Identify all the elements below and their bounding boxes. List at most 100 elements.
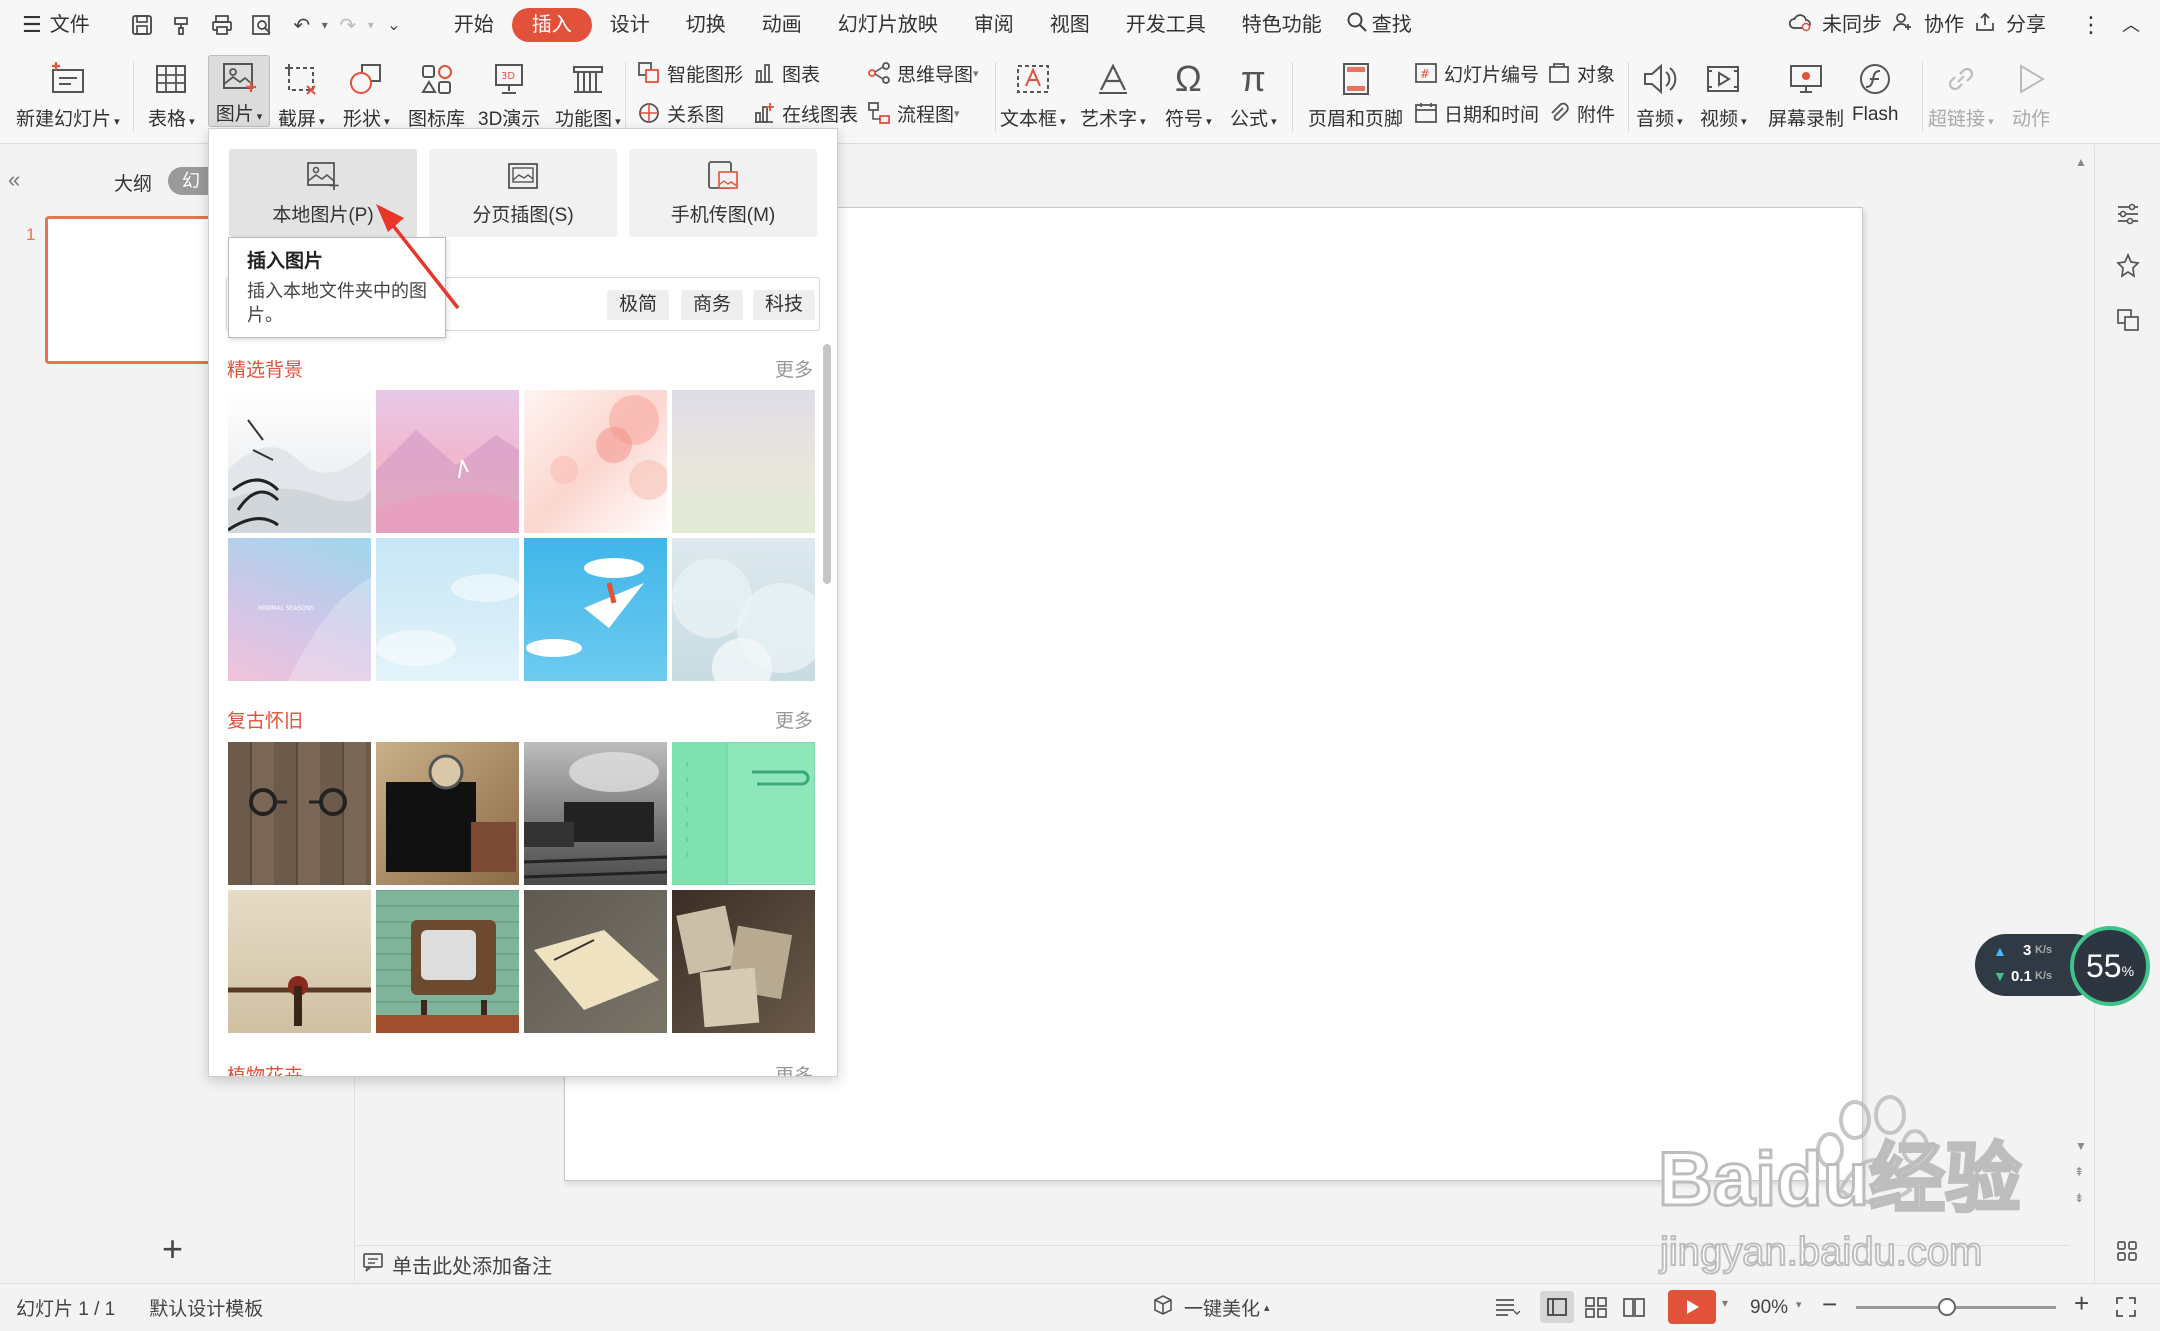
print-icon[interactable] bbox=[210, 13, 234, 37]
tag-minimal[interactable]: 极简 bbox=[607, 290, 670, 320]
new-slide-button[interactable]: 新建幻灯片 ▾ bbox=[16, 56, 120, 131]
background-thumbnail[interactable]: MINIMAL SEASONS bbox=[228, 538, 371, 681]
action-button[interactable]: 动作 bbox=[2008, 56, 2054, 131]
zoom-level[interactable]: 90% bbox=[1750, 1297, 1788, 1319]
format-painter-icon[interactable] bbox=[170, 13, 194, 37]
undo-dropdown-icon[interactable]: ▾ bbox=[322, 18, 328, 32]
prev-slide-icon[interactable]: ⇞ bbox=[2074, 1165, 2084, 1179]
chart-button[interactable]: 图表 bbox=[750, 56, 820, 90]
wordart-button[interactable]: 艺术字 ▾ bbox=[1080, 56, 1146, 131]
background-thumbnail[interactable] bbox=[672, 742, 815, 885]
scroll-down-icon[interactable]: ▼ bbox=[2075, 1139, 2087, 1153]
tab-developer[interactable]: 开发工具 bbox=[1108, 8, 1224, 42]
more-options-icon[interactable]: ⋮ bbox=[2070, 8, 2112, 42]
object-button[interactable]: 对象 bbox=[1545, 56, 1615, 90]
tab-slideshow[interactable]: 幻灯片放映 bbox=[820, 8, 956, 42]
background-thumbnail[interactable] bbox=[376, 390, 519, 533]
network-speed-widget[interactable]: ▲ 3 K/s ▼ 0.1 K/s 55% bbox=[1975, 926, 2150, 1006]
relation-chart-button[interactable]: 关系图 bbox=[635, 96, 724, 130]
video-button[interactable]: 视频 ▾ bbox=[1700, 56, 1747, 131]
save-icon[interactable] bbox=[130, 13, 154, 37]
3d-demo-button[interactable]: 3D 3D演示 bbox=[478, 56, 540, 131]
outline-tab[interactable]: 大纲 bbox=[114, 169, 152, 196]
textbox-button[interactable]: 文本框 ▾ bbox=[1000, 56, 1066, 131]
datetime-button[interactable]: 日期和时间 bbox=[1412, 96, 1539, 130]
background-thumbnail[interactable] bbox=[376, 890, 519, 1033]
slide-sorter-icon[interactable] bbox=[1584, 1296, 1608, 1324]
fit-window-icon[interactable] bbox=[2115, 1296, 2137, 1324]
table-button[interactable]: 表格 ▾ bbox=[148, 56, 195, 131]
normal-view-icon[interactable] bbox=[1540, 1291, 1574, 1323]
phone-upload-button[interactable]: 手机传图(M) bbox=[629, 149, 817, 237]
collapse-panel-icon[interactable]: « bbox=[8, 167, 20, 193]
tab-features[interactable]: 特色功能 bbox=[1224, 8, 1340, 42]
tab-view[interactable]: 视图 bbox=[1032, 8, 1108, 42]
share-button[interactable]: 分享 bbox=[1974, 8, 2056, 42]
background-thumbnail[interactable] bbox=[228, 742, 371, 885]
mindmap-button[interactable]: 思维导图 ▾ bbox=[865, 56, 979, 90]
zoom-out-button[interactable]: − bbox=[1822, 1289, 1837, 1320]
zoom-in-button[interactable]: + bbox=[2074, 1288, 2089, 1319]
play-slideshow-button[interactable] bbox=[1668, 1290, 1716, 1324]
star-icon[interactable] bbox=[2115, 252, 2141, 285]
picture-button[interactable]: 图片 ▾ bbox=[208, 55, 270, 127]
background-thumbnail[interactable] bbox=[672, 890, 815, 1033]
customize-toolbar-icon[interactable]: ⌄ bbox=[382, 13, 406, 37]
zoom-dropdown-icon[interactable]: ▾ bbox=[1796, 1298, 1802, 1311]
redo-dropdown-icon[interactable]: ▾ bbox=[368, 18, 374, 32]
hyperlink-button[interactable]: 超链接 ▾ bbox=[1928, 56, 1994, 131]
smart-shape-button[interactable]: 智能图形 bbox=[635, 56, 743, 90]
beautify-button[interactable]: 一键美化 ▴ bbox=[1152, 1294, 1270, 1322]
more-link-flowers[interactable]: 更多 bbox=[775, 1061, 813, 1076]
background-thumbnail[interactable] bbox=[228, 890, 371, 1033]
notes-area[interactable]: 单击此处添加备注 bbox=[356, 1245, 2070, 1283]
add-slide-button[interactable]: + bbox=[162, 1228, 183, 1270]
zoom-slider[interactable] bbox=[1856, 1298, 2056, 1316]
notes-toggle-icon[interactable] bbox=[1494, 1296, 1521, 1324]
background-thumbnail[interactable] bbox=[672, 390, 815, 533]
background-thumbnail[interactable] bbox=[524, 890, 667, 1033]
vertical-scrollbar[interactable]: ▲ ▼ ⇞ ⇟ bbox=[2070, 145, 2092, 1282]
file-menu[interactable]: ☰ 文件 bbox=[0, 8, 100, 42]
next-slide-icon[interactable]: ⇟ bbox=[2074, 1191, 2084, 1205]
background-thumbnail[interactable] bbox=[376, 742, 519, 885]
audio-button[interactable]: 音频 ▾ bbox=[1636, 56, 1683, 131]
tab-insert[interactable]: 插入 bbox=[511, 8, 592, 42]
print-preview-icon[interactable] bbox=[250, 13, 274, 37]
zoom-slider-handle[interactable] bbox=[1938, 1298, 1956, 1316]
tab-home[interactable]: 开始 bbox=[436, 8, 512, 42]
symbol-button[interactable]: Ω 符号 ▾ bbox=[1165, 56, 1212, 131]
collapse-ribbon-icon[interactable]: ︿ bbox=[2112, 8, 2150, 42]
undo-icon[interactable]: ↶ bbox=[290, 13, 314, 37]
icon-library-button[interactable]: 图标库 bbox=[408, 56, 465, 131]
collab-button[interactable]: 协作 bbox=[1892, 8, 1974, 42]
dropdown-scrollbar[interactable] bbox=[823, 344, 831, 584]
tab-design[interactable]: 设计 bbox=[592, 8, 668, 42]
background-thumbnail[interactable] bbox=[672, 538, 815, 681]
tab-review[interactable]: 审阅 bbox=[956, 8, 1032, 42]
more-link-retro[interactable]: 更多 bbox=[775, 706, 813, 733]
attachment-button[interactable]: 附件 bbox=[1545, 96, 1615, 130]
slideshow-dropdown-icon[interactable]: ▾ bbox=[1722, 1296, 1728, 1310]
tab-transitions[interactable]: 切换 bbox=[668, 8, 744, 42]
redo-icon[interactable]: ↷ bbox=[336, 13, 360, 37]
search-command[interactable]: 查找 bbox=[1346, 8, 1416, 42]
property-settings-icon[interactable] bbox=[2115, 201, 2141, 233]
background-thumbnail[interactable] bbox=[228, 390, 371, 533]
more-link-featured[interactable]: 更多 bbox=[775, 355, 813, 382]
screen-record-button[interactable]: 屏幕录制 bbox=[1768, 56, 1844, 131]
online-chart-button[interactable]: 在线图表 bbox=[750, 96, 858, 130]
shape-button[interactable]: 形状 ▾ bbox=[343, 56, 390, 131]
grid-apps-icon[interactable] bbox=[2115, 1239, 2139, 1269]
reading-view-icon[interactable] bbox=[1622, 1296, 1646, 1324]
background-thumbnail[interactable] bbox=[376, 538, 519, 681]
template-name[interactable]: 默认设计模板 bbox=[149, 1294, 263, 1321]
header-footer-button[interactable]: 页眉和页脚 bbox=[1308, 56, 1403, 131]
tab-animation[interactable]: 动画 bbox=[744, 8, 820, 42]
background-thumbnail[interactable] bbox=[524, 742, 667, 885]
slide-number-button[interactable]: # 幻灯片编号 bbox=[1412, 56, 1539, 90]
tag-business[interactable]: 商务 bbox=[681, 290, 744, 320]
screenshot-button[interactable]: 截屏 ▾ bbox=[278, 56, 325, 131]
function-chart-button[interactable]: 功能图 ▾ bbox=[555, 56, 621, 131]
copy-layers-icon[interactable] bbox=[2115, 307, 2141, 339]
